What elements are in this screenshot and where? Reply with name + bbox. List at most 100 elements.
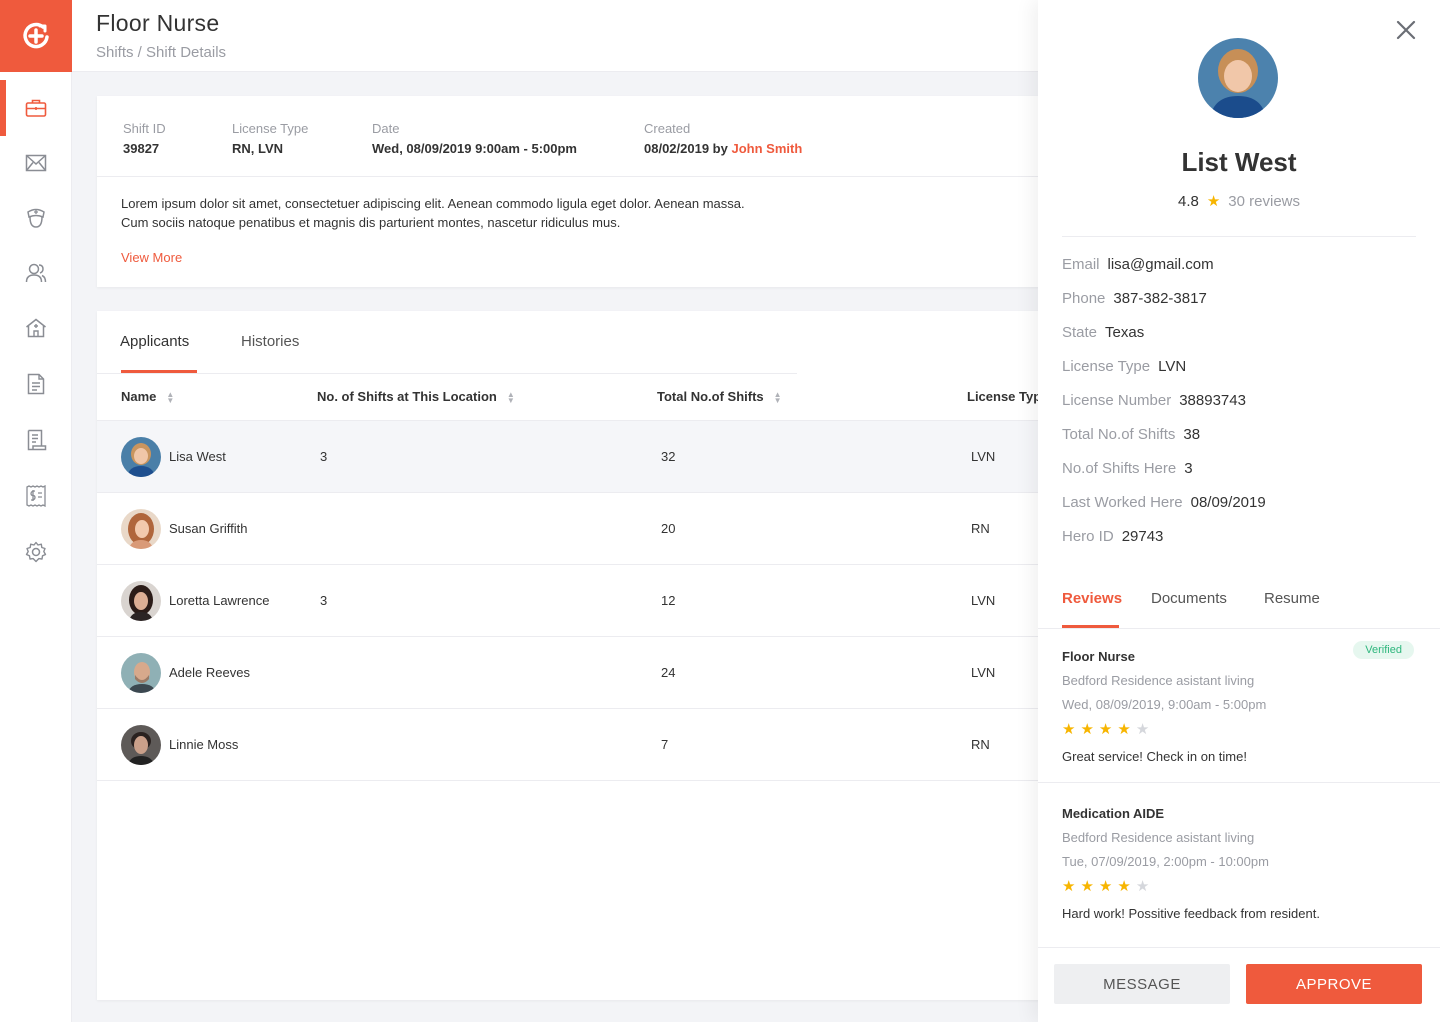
detail-email: Email lisa@gmail.com xyxy=(1062,256,1214,273)
close-button[interactable] xyxy=(1394,18,1418,42)
sort-icon: ▲ ▼ xyxy=(166,389,175,405)
date-label: Date xyxy=(372,121,400,136)
star-icon: ★ xyxy=(1117,721,1136,738)
license-cell: LVN xyxy=(971,593,996,608)
nurse-cap-icon xyxy=(27,208,45,228)
nav-item-nurses[interactable] xyxy=(0,190,72,246)
date-block: Date Wed, 08/09/2019 9:00am - 5:00pm xyxy=(372,121,577,156)
divider xyxy=(1038,947,1440,948)
created-by-link[interactable]: John Smith xyxy=(731,141,802,156)
nav-item-invoices[interactable] xyxy=(0,412,72,468)
profile-photo-icon xyxy=(1198,38,1278,118)
nav-item-settings[interactable] xyxy=(0,524,72,580)
detail-license-number-label: License Number xyxy=(1062,392,1172,409)
applicant-name: Adele Reeves xyxy=(169,665,250,680)
breadcrumb[interactable]: Shifts / Shift Details xyxy=(96,44,226,61)
tab-documents[interactable]: Documents xyxy=(1151,590,1227,607)
date-value: Wed, 08/09/2019 9:00am - 5:00pm xyxy=(372,141,577,156)
nav-item-payroll[interactable] xyxy=(0,468,72,524)
review-date: Tue, 07/09/2019, 2:00pm - 10:00pm xyxy=(1062,854,1269,869)
nav-item-users[interactable] xyxy=(0,245,72,301)
avatar-photo-icon xyxy=(121,653,161,693)
reviews-count[interactable]: 30 reviews xyxy=(1228,193,1300,210)
active-tab-indicator xyxy=(121,370,197,373)
panel-tabs: Reviews Documents Resume xyxy=(1038,588,1440,629)
avatar xyxy=(121,653,161,693)
active-tab-indicator xyxy=(1062,625,1119,628)
column-header-name[interactable]: Name ▲ ▼ xyxy=(121,389,174,404)
review-title: Medication AIDE xyxy=(1062,806,1165,821)
users-icon xyxy=(25,263,47,283)
column-header-shifts-here-label: No. of Shifts at This Location xyxy=(317,389,497,404)
column-header-shifts-here[interactable]: No. of Shifts at This Location ▲ ▼ xyxy=(317,389,515,404)
facility-icon xyxy=(26,318,46,338)
detail-shifts-here-value: 3 xyxy=(1184,460,1193,477)
detail-last-worked-label: Last Worked Here xyxy=(1062,494,1183,511)
avatar-photo-icon xyxy=(121,581,161,621)
review-date: Wed, 08/09/2019, 9:00am - 5:00pm xyxy=(1062,697,1267,712)
document-icon xyxy=(27,373,45,395)
message-button[interactable]: MESSAGE xyxy=(1054,964,1230,1004)
detail-license-number-value: 38893743 xyxy=(1179,392,1246,409)
created-date: 08/02/2019 by xyxy=(644,141,728,156)
plus-arrow-logo-icon xyxy=(23,22,49,49)
avatar-photo-icon xyxy=(121,437,161,477)
created-value: 08/02/2019 by John Smith xyxy=(644,141,802,156)
tab-resume[interactable]: Resume xyxy=(1264,590,1320,607)
nav-item-shifts[interactable] xyxy=(0,80,72,136)
column-header-license-label: License Type xyxy=(967,389,1049,404)
table-row[interactable]: Loretta Lawrence 3 12 LVN xyxy=(97,565,1057,637)
app-logo[interactable] xyxy=(0,0,72,72)
tab-applicants[interactable]: Applicants xyxy=(120,333,189,350)
table-row[interactable]: Linnie Moss 7 RN xyxy=(97,709,1057,781)
tab-histories[interactable]: Histories xyxy=(241,333,299,350)
divider xyxy=(1038,782,1440,783)
detail-total-shifts-value: 38 xyxy=(1183,426,1201,443)
avatar-photo-icon xyxy=(121,725,161,765)
total-shifts-cell: 12 xyxy=(661,593,676,608)
avatar xyxy=(121,509,161,549)
column-header-license[interactable]: License Type xyxy=(967,389,1048,404)
license-cell: LVN xyxy=(971,665,996,680)
divider xyxy=(1062,236,1416,237)
detail-state-label: State xyxy=(1062,324,1098,341)
column-header-total-shifts[interactable]: Total No.of Shifts ▲ ▼ xyxy=(657,389,782,404)
avatar-photo-icon xyxy=(121,509,161,549)
review-place: Bedford Residence asistant living xyxy=(1062,673,1255,688)
review-text: Hard work! Possitive feedback from resid… xyxy=(1062,906,1320,921)
table-row[interactable]: Lisa West 3 32 LVN xyxy=(97,421,1057,493)
shift-id-label: Shift ID xyxy=(123,121,166,136)
table-row[interactable]: Adele Reeves 24 LVN xyxy=(97,637,1057,709)
shift-info-card: Shift ID 39827 License Type RN, LVN Date… xyxy=(97,96,1057,287)
nav-item-messages[interactable] xyxy=(0,135,72,191)
nav-item-documents[interactable] xyxy=(0,356,72,412)
license-cell: RN xyxy=(971,737,990,752)
license-type-block: License Type RN, LVN xyxy=(232,121,308,156)
approve-button[interactable]: APPROVE xyxy=(1246,964,1422,1004)
profile-name: List West xyxy=(1181,147,1297,177)
detail-email-label: Email xyxy=(1062,256,1100,273)
applicant-tabs: Applicants Histories xyxy=(97,311,797,374)
detail-hero-id: Hero ID 29743 xyxy=(1062,528,1163,545)
applicant-name: Linnie Moss xyxy=(169,737,239,752)
shifts-here-cell: 3 xyxy=(320,449,328,464)
review-stars: ★★★★★ xyxy=(1062,720,1154,738)
tab-reviews[interactable]: Reviews xyxy=(1062,590,1122,607)
payroll-icon xyxy=(26,485,46,507)
gear-icon xyxy=(25,541,47,563)
detail-license-type-label: License Type xyxy=(1062,358,1151,375)
detail-email-value: lisa@gmail.com xyxy=(1107,256,1214,273)
table-row[interactable]: Susan Griffith 20 RN xyxy=(97,493,1057,565)
review-place: Bedford Residence asistant living xyxy=(1062,830,1255,845)
license-cell: LVN xyxy=(971,449,996,464)
briefcase-icon xyxy=(25,99,47,117)
detail-last-worked: Last Worked Here 08/09/2019 xyxy=(1062,494,1266,511)
nav-item-facilities[interactable] xyxy=(0,300,72,356)
created-block: Created 08/02/2019 by John Smith xyxy=(644,121,802,156)
mail-icon xyxy=(25,154,47,172)
view-more-link[interactable]: View More xyxy=(121,250,182,265)
column-header-name-label: Name xyxy=(121,389,157,404)
avatar xyxy=(121,437,161,477)
star-empty-icon: ★ xyxy=(1135,878,1155,895)
total-shifts-cell: 20 xyxy=(661,521,676,536)
